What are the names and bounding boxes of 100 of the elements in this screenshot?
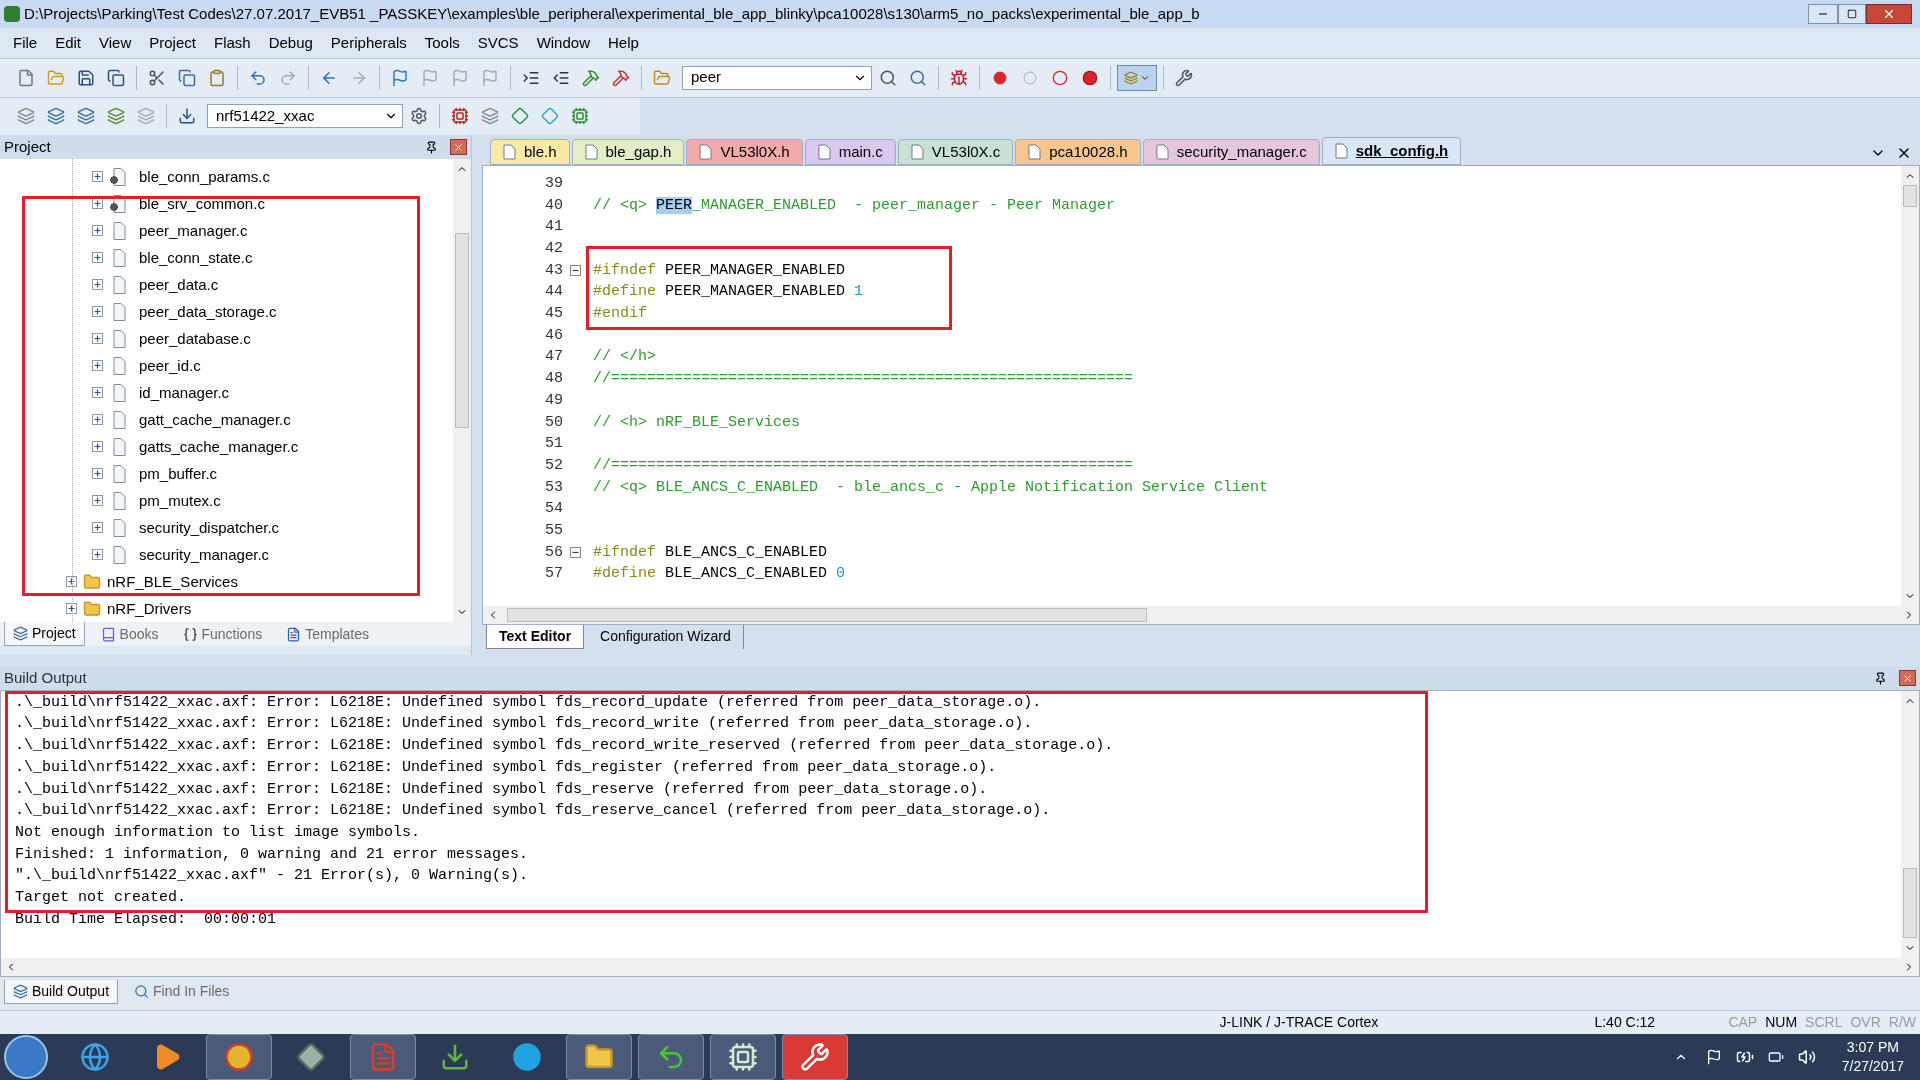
tree-item[interactable]: security_manager.c	[139, 543, 270, 567]
breakpoint-icon[interactable]	[1082, 69, 1098, 86]
panel-tab[interactable]: Find In Files	[126, 979, 238, 1004]
start-button[interactable]	[4, 1035, 48, 1079]
hammer-icon[interactable]	[612, 68, 630, 87]
search-icon[interactable]	[879, 68, 897, 87]
layers-icon[interactable]	[77, 107, 95, 126]
tree-item[interactable]: ble_conn_params.c	[139, 165, 270, 189]
window-layout-icon[interactable]	[1124, 70, 1138, 85]
diamond-icon[interactable]	[296, 1042, 326, 1072]
file-tab[interactable]: ble.h	[490, 139, 570, 166]
menu-item[interactable]: Help	[599, 31, 648, 55]
breakpoint-icon[interactable]	[993, 70, 1007, 85]
open-folder-icon[interactable]	[653, 68, 671, 87]
hammer-icon[interactable]	[582, 68, 600, 87]
editor-mode-tab[interactable]: Text Editor	[486, 624, 585, 649]
menu-item[interactable]: View	[90, 31, 141, 55]
expand-icon[interactable]	[92, 522, 103, 534]
layers-icon[interactable]	[107, 107, 125, 126]
expand-icon[interactable]	[92, 198, 103, 210]
tree-item[interactable]: peer_data_storage.c	[139, 300, 277, 324]
expand-icon[interactable]	[92, 252, 103, 264]
expand-icon[interactable]	[92, 441, 103, 453]
battery-icon[interactable]	[1767, 1049, 1784, 1065]
download-icon[interactable]	[440, 1042, 470, 1072]
copy-icon[interactable]	[178, 68, 196, 87]
tree-item[interactable]: peer_database.c	[139, 327, 251, 351]
expand-icon[interactable]	[92, 360, 103, 372]
bug-icon[interactable]	[950, 68, 968, 87]
expand-icon[interactable]	[92, 495, 103, 507]
globe-icon[interactable]	[80, 1042, 110, 1072]
flag-icon[interactable]	[1705, 1049, 1722, 1065]
gear-icon[interactable]	[410, 107, 428, 126]
menu-item[interactable]: SVCS	[468, 31, 528, 55]
expand-icon[interactable]	[66, 576, 77, 588]
layers-icon[interactable]	[17, 107, 35, 126]
fold-icon[interactable]	[569, 265, 581, 277]
new-file-icon[interactable]	[17, 68, 35, 87]
tree-item[interactable]: gatts_cache_manager.c	[139, 435, 299, 459]
file-tab[interactable]: VL53l0X.c	[897, 139, 1014, 166]
chip-icon[interactable]	[451, 107, 469, 126]
expand-icon[interactable]	[92, 306, 103, 318]
save-icon[interactable]	[77, 68, 95, 87]
menu-item[interactable]: Debug	[259, 31, 322, 55]
tree-item[interactable]: peer_id.c	[139, 354, 201, 378]
expand-icon[interactable]	[92, 171, 103, 183]
scrollbar-thumb[interactable]	[1903, 867, 1917, 938]
expand-icon[interactable]	[92, 468, 103, 480]
file-tab[interactable]: ble_gap.h	[571, 139, 685, 166]
panel-tab[interactable]: Project	[4, 622, 85, 647]
menu-item[interactable]: Tools	[415, 31, 469, 55]
find-field[interactable]: peer	[682, 65, 872, 90]
tree-item[interactable]: peer_data.c	[139, 273, 219, 297]
ring-icon[interactable]	[1052, 69, 1068, 86]
diamond-icon[interactable]	[511, 107, 529, 126]
tree-item[interactable]: security_dispatcher.c	[139, 516, 280, 540]
file-tab[interactable]: pca10028.h	[1015, 139, 1141, 166]
tree-item[interactable]: id_manager.c	[139, 381, 230, 405]
panel-tab[interactable]: Templates	[278, 622, 377, 647]
chip-icon[interactable]	[571, 107, 589, 126]
panel-tab[interactable]: Functions	[174, 622, 271, 647]
save-all-icon[interactable]	[107, 68, 125, 87]
fold-icon[interactable]	[569, 547, 581, 559]
cut-icon[interactable]	[148, 68, 166, 87]
menu-item[interactable]: Window	[527, 31, 599, 55]
circle-icon[interactable]	[224, 1042, 254, 1072]
tree-item[interactable]: nRF_BLE_Services	[107, 570, 238, 594]
tree-item[interactable]: pm_buffer.c	[139, 462, 218, 486]
menu-item[interactable]: Peripherals	[321, 31, 416, 55]
expand-icon[interactable]	[92, 414, 103, 426]
file-tab[interactable]: VL53l0X.h	[686, 139, 803, 166]
maximize-icon[interactable]	[1847, 8, 1857, 19]
tree-item[interactable]: gatt_cache_manager.c	[139, 408, 291, 432]
editor-mode-tab[interactable]: Configuration Wizard	[588, 624, 744, 649]
target-field[interactable]: nrf51422_xxac	[207, 104, 403, 129]
expand-icon[interactable]	[92, 387, 103, 399]
paste-icon[interactable]	[208, 68, 226, 87]
undo-icon[interactable]	[249, 68, 267, 87]
menu-item[interactable]: Project	[140, 31, 205, 55]
scrollbar-thumb[interactable]	[1903, 185, 1917, 208]
file-tab[interactable]: main.c	[804, 139, 896, 166]
search-icon[interactable]	[909, 68, 927, 87]
download-icon[interactable]	[178, 107, 196, 126]
menu-item[interactable]: File	[4, 31, 47, 55]
scrollbar-thumb[interactable]	[507, 607, 1147, 622]
tree-item[interactable]: ble_srv_common.c	[139, 192, 265, 216]
volume-icon[interactable]	[1797, 1048, 1816, 1066]
menu-item[interactable]: Edit	[46, 31, 91, 55]
layers-icon[interactable]	[47, 107, 65, 126]
tree-item[interactable]: nRF_Drivers	[107, 597, 192, 621]
pin-icon[interactable]	[1874, 671, 1887, 685]
chip-icon[interactable]	[728, 1042, 758, 1072]
wrench-icon[interactable]	[1175, 68, 1193, 87]
expand-icon[interactable]	[92, 225, 103, 237]
expand-icon[interactable]	[92, 333, 103, 345]
pin-icon[interactable]	[425, 140, 438, 154]
scrollbar-thumb[interactable]	[455, 233, 469, 429]
panel-tab[interactable]: Build Output	[4, 979, 119, 1004]
tree-item[interactable]: pm_mutex.c	[139, 489, 221, 513]
diamond-icon[interactable]	[541, 107, 559, 126]
